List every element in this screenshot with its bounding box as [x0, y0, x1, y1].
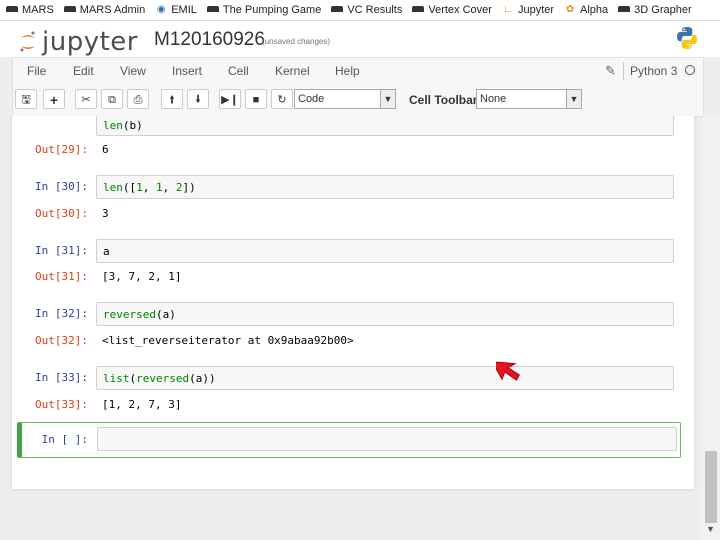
cell-type-select[interactable]: Code ▼	[294, 89, 396, 109]
refresh-icon: ↻	[277, 94, 287, 106]
menu-view[interactable]: View	[120, 64, 146, 78]
menu-edit[interactable]: Edit	[73, 64, 94, 78]
active-code-cell[interactable]: In [ ]:	[17, 422, 681, 458]
out-prompt: Out[30]:	[35, 207, 88, 220]
menu-insert[interactable]: Insert	[172, 64, 202, 78]
out-prompt: Out[29]:	[35, 143, 88, 156]
jupyter-icon: ∟	[503, 4, 513, 15]
cell-type-value: Code	[298, 93, 325, 105]
out-prompt: Out[33]:	[35, 398, 88, 411]
cell-toolbar-label: Cell Toolbar:	[409, 93, 482, 107]
bookmark-jupyter[interactable]: ∟ Jupyter	[502, 4, 554, 16]
bookmark-vertex-cover[interactable]: Vertex Cover	[412, 4, 492, 16]
in-prompt: In [33]:	[35, 371, 88, 384]
cell-output: <list_reverseiterator at 0x9abaa92b00>	[102, 334, 354, 347]
copy-button[interactable]: ⧉	[101, 89, 123, 109]
jupyter-logo-icon	[20, 31, 35, 52]
hat-icon	[412, 6, 425, 12]
in-prompt: In [30]:	[35, 180, 88, 193]
bookmark-vc-results[interactable]: VC Results	[331, 4, 402, 16]
code-cell-input[interactable]: len([1, 1, 2])	[96, 175, 674, 199]
hat-icon	[6, 6, 18, 12]
hat-icon	[206, 6, 219, 12]
scissors-icon: ✂	[81, 94, 91, 106]
toolbar: 🖫 + ✂ ⧉ ⎙ 🠙 🠛 ▶❙ ■ ↻ Code ▼ Cell Toolbar…	[12, 85, 704, 117]
divider	[623, 62, 624, 80]
menubar: File Edit View Insert Cell Kernel Help ✎…	[12, 57, 704, 86]
chevron-down-icon: ▼	[566, 90, 581, 108]
scroll-down-icon[interactable]: ▼	[706, 524, 715, 534]
menu-kernel[interactable]: Kernel	[275, 64, 310, 78]
bookmark-alpha[interactable]: ✿ Alpha	[564, 4, 608, 16]
out-prompt: Out[31]:	[35, 270, 88, 283]
code-cell-input[interactable]: a	[96, 239, 674, 263]
hat-icon	[63, 6, 76, 12]
paste-icon: ⎙	[133, 94, 143, 106]
cell-toolbar-value: None	[480, 93, 507, 105]
save-icon: 🖫	[21, 94, 31, 106]
interrupt-button[interactable]: ■	[245, 89, 267, 109]
cell-output: 3	[102, 207, 109, 220]
jupyter-logo[interactable]: jupyter	[18, 27, 138, 57]
hat-icon	[618, 6, 631, 12]
notebook-area: len(b) Out[29]: 6 In [30]: len([1, 1, 2]…	[0, 116, 700, 540]
arrow-down-icon: 🠛	[195, 94, 201, 106]
mouse-cursor-icon	[496, 361, 520, 381]
restart-button[interactable]: ↻	[271, 89, 293, 109]
code-cell-input[interactable]: reversed(a)	[96, 302, 674, 326]
copy-icon: ⧉	[108, 94, 116, 106]
menu-file[interactable]: File	[27, 64, 46, 78]
kernel-name[interactable]: Python 3	[630, 64, 677, 78]
jupyter-logo-text: jupyter	[42, 27, 138, 57]
insert-cell-button[interactable]: +	[43, 89, 65, 109]
bookmark-mars[interactable]: MARS	[6, 4, 54, 16]
menu-cell[interactable]: Cell	[228, 64, 249, 78]
in-prompt: In [31]:	[35, 244, 88, 257]
kernel-idle-icon	[685, 65, 695, 75]
cell-output: [1, 2, 7, 3]	[102, 398, 182, 411]
code-cell-input[interactable]: list(reversed(a))	[96, 366, 674, 390]
step-forward-icon: ▶❙	[221, 94, 239, 106]
cut-button[interactable]: ✂	[75, 89, 97, 109]
gear-icon: ✿	[565, 4, 575, 15]
plus-icon: +	[49, 92, 59, 108]
code-cell-input[interactable]	[97, 427, 677, 451]
globe-icon: ◉	[156, 4, 166, 15]
arrow-up-icon: 🠙	[169, 94, 175, 106]
save-button[interactable]: 🖫	[15, 89, 37, 109]
bookmark-pumping-game[interactable]: The Pumping Game	[206, 4, 321, 16]
run-button[interactable]: ▶❙	[219, 89, 241, 109]
notebook-name[interactable]: M120160926	[154, 29, 265, 51]
cell-output: 6	[102, 143, 109, 156]
notebook-page: len(b) Out[29]: 6 In [30]: len([1, 1, 2]…	[12, 116, 694, 489]
stop-icon: ■	[252, 94, 260, 106]
paste-button[interactable]: ⎙	[127, 89, 149, 109]
notebook-header: jupyter M120160926 (unsaved changes)	[0, 21, 720, 57]
bookmarks-bar: MARS MARS Admin ◉ EMIL The Pumping Game V…	[0, 0, 720, 21]
pencil-icon[interactable]: ✎	[605, 63, 616, 79]
menu-help[interactable]: Help	[335, 64, 360, 78]
chevron-down-icon: ▼	[380, 90, 395, 108]
cell-output: [3, 7, 2, 1]	[102, 270, 182, 283]
move-down-button[interactable]: 🠛	[187, 89, 209, 109]
code-cell-input[interactable]: len(b)	[96, 116, 674, 136]
hat-icon	[331, 6, 344, 12]
scrollbar-thumb[interactable]	[705, 451, 717, 523]
bookmark-3d-grapher[interactable]: 3D Grapher	[618, 4, 692, 16]
cell-toolbar-select[interactable]: None ▼	[476, 89, 582, 109]
scrollbar[interactable]: ▼	[702, 116, 720, 540]
in-prompt: In [32]:	[35, 307, 88, 320]
bookmark-emil[interactable]: ◉ EMIL	[155, 4, 197, 16]
move-up-button[interactable]: 🠙	[161, 89, 183, 109]
save-status: (unsaved changes)	[262, 37, 331, 46]
out-prompt: Out[32]:	[35, 334, 88, 347]
in-prompt: In [ ]:	[41, 433, 88, 446]
bookmark-mars-admin[interactable]: MARS Admin	[63, 4, 145, 16]
python-icon	[677, 27, 697, 49]
